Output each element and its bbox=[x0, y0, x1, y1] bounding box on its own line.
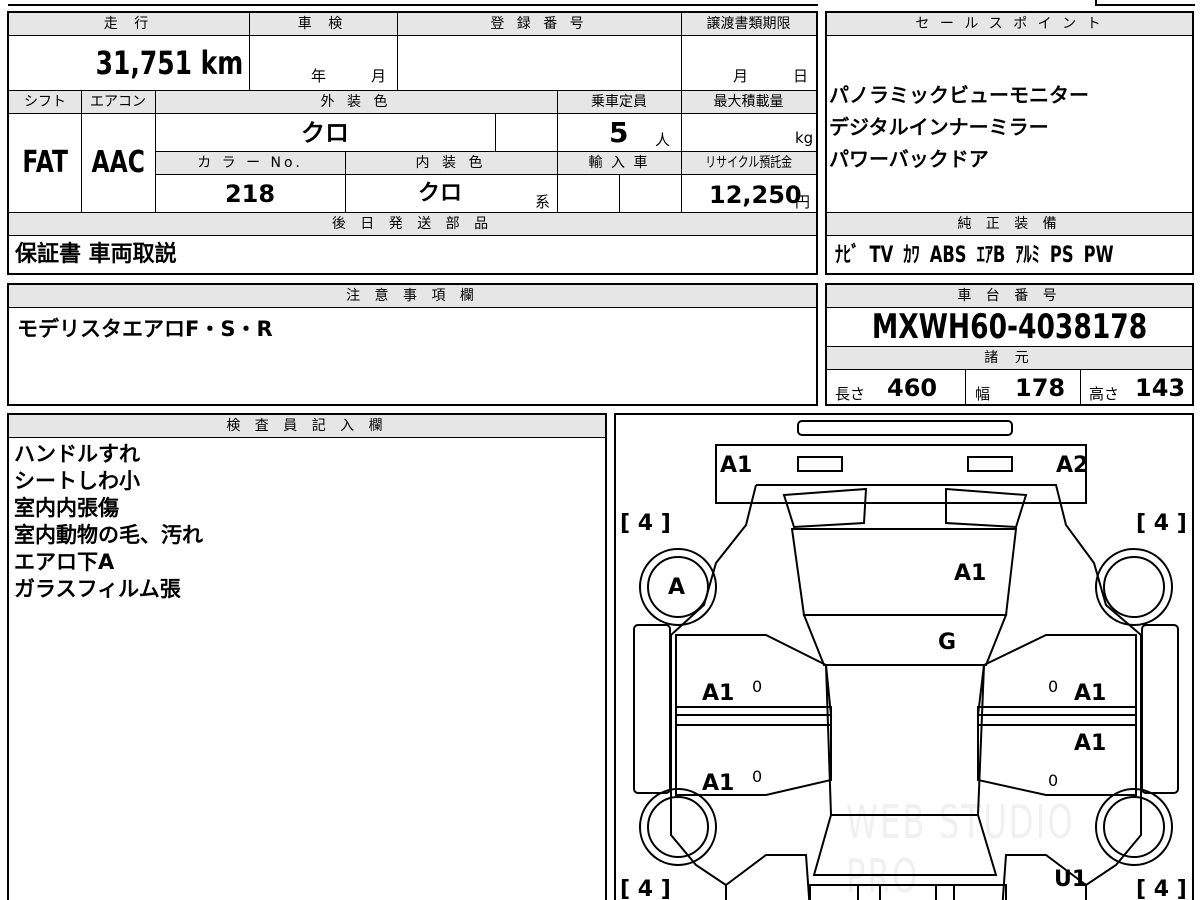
length-value: 460 bbox=[887, 374, 938, 402]
width-value: 178 bbox=[1015, 374, 1066, 402]
mark-front-right-bumper: A2 bbox=[1056, 453, 1089, 478]
interior-color-suffix: 系 bbox=[535, 193, 551, 211]
sales-points-box: セ ー ル ス ポ イ ン ト パノラミックビューモニター デジタルインナーミラ… bbox=[825, 11, 1194, 275]
tread-front-right: [ 4 ] bbox=[1136, 511, 1187, 536]
color-no-value: 218 bbox=[224, 180, 276, 208]
tread-front-left: [ 4 ] bbox=[620, 511, 671, 536]
inspector-line: シートしわ小 bbox=[14, 469, 140, 493]
car-damage-diagram: [ 4 ] [ 4 ] [ 4 ] [ 4 ] A1 A2 A1 A G A1 … bbox=[614, 413, 1194, 900]
equipment-value: ﾅﾋﾞ TV ｶﾜ ABS ｴｱB ｱﾙﾐ PS PW bbox=[835, 243, 1114, 268]
shift-header: シフト bbox=[9, 91, 81, 113]
chassis-header: 車 台 番 号 bbox=[827, 285, 1192, 307]
aircon-header: エアコン bbox=[81, 91, 155, 113]
color-no-header: カ ラ ー No. bbox=[155, 152, 345, 174]
width-label: 幅 bbox=[975, 385, 991, 403]
length-label: 長さ bbox=[835, 385, 866, 403]
mark-windshield: G bbox=[938, 630, 957, 655]
inspector-header: 検 査 員 記 入 欄 bbox=[9, 415, 605, 437]
capacity-value: 5 bbox=[609, 116, 629, 149]
shift-value: FAT bbox=[22, 145, 68, 180]
notes-value: モデリスタエアロF・S・R bbox=[17, 317, 273, 341]
mark-right-front-door: A1 bbox=[1074, 681, 1107, 706]
inspection-month: 月 bbox=[371, 67, 387, 85]
zero-left-rear: 0 bbox=[752, 767, 763, 786]
transfer-month: 月 bbox=[733, 67, 749, 85]
aircon-value: AAC bbox=[91, 145, 145, 180]
top-cutoff-strip-right bbox=[1095, 0, 1195, 6]
equipment-header: 純 正 装 備 bbox=[827, 213, 1192, 235]
inspector-line: エアロ下A bbox=[14, 550, 115, 574]
chassis-number: MXWH60-4038178 bbox=[871, 307, 1148, 347]
top-cutoff-strip bbox=[8, 0, 818, 6]
recycle-header: リサイクル預託金 bbox=[681, 152, 816, 174]
height-label: 高さ bbox=[1089, 385, 1120, 403]
mark-left-rear-door: A1 bbox=[702, 771, 735, 796]
recycle-value: 12,250 bbox=[709, 181, 802, 209]
sales-point-item: パノラミックビューモニター bbox=[829, 83, 1089, 107]
max-load-unit: kg bbox=[795, 129, 814, 147]
chassis-box: 車 台 番 号 MXWH60-4038178 諸 元 長さ 460 幅 178 … bbox=[825, 283, 1194, 406]
exterior-color-value: クロ bbox=[301, 119, 349, 147]
vehicle-info-table: 走 行 車 検 登 録 番 号 譲渡書類期限 31,751 km 年 月 月 日… bbox=[7, 11, 818, 275]
sales-point-item: パワーバックドア bbox=[829, 147, 989, 171]
interior-color-value: クロ bbox=[417, 181, 462, 206]
zero-left-front: 0 bbox=[752, 677, 763, 696]
spec-header: 諸 元 bbox=[827, 347, 1192, 369]
later-parts-value: 保証書 車両取説 bbox=[15, 242, 177, 267]
inspection-year: 年 bbox=[311, 67, 327, 85]
mark-front-left-wheel: A bbox=[668, 575, 686, 600]
transfer-deadline-header: 譲渡書類期限 bbox=[681, 13, 816, 35]
zero-right-front: 0 bbox=[1048, 677, 1059, 696]
notes-box: 注 意 事 項 欄 モデリスタエアロF・S・R bbox=[7, 283, 818, 406]
tread-rear-right: [ 4 ] bbox=[1136, 877, 1187, 900]
inspector-line: 室内動物の毛、汚れ bbox=[14, 523, 203, 547]
mileage-value: 31,751 km bbox=[95, 44, 243, 82]
height-value: 143 bbox=[1135, 374, 1186, 402]
inspector-lines: ハンドルすれ シートしわ小 室内内張傷 室内動物の毛、汚れ エアロ下A ガラスフ… bbox=[14, 441, 203, 603]
transfer-day: 日 bbox=[793, 67, 809, 85]
capacity-unit: 人 bbox=[655, 131, 671, 149]
mark-left-front-door: A1 bbox=[702, 681, 735, 706]
capacity-header: 乗車定員 bbox=[557, 91, 681, 113]
inspector-line: ガラスフィルム張 bbox=[14, 577, 181, 601]
notes-header: 注 意 事 項 欄 bbox=[9, 285, 816, 307]
import-header: 輸 入 車 bbox=[557, 152, 681, 174]
inspector-line: 室内内張傷 bbox=[14, 496, 119, 520]
sales-point-item: デジタルインナーミラー bbox=[829, 115, 1049, 139]
registration-header: 登 録 番 号 bbox=[397, 13, 681, 35]
tread-rear-left: [ 4 ] bbox=[620, 877, 671, 900]
mark-front-left-bumper: A1 bbox=[720, 453, 753, 478]
inspector-line: ハンドルすれ bbox=[14, 442, 140, 466]
sales-points-header: セ ー ル ス ポ イ ン ト bbox=[827, 13, 1192, 35]
interior-color-header: 内 装 色 bbox=[345, 152, 557, 174]
recycle-unit: 円 bbox=[795, 193, 811, 211]
sales-points-list: パノラミックビューモニター デジタルインナーミラー パワーバックドア bbox=[829, 79, 1189, 175]
mileage-header: 走 行 bbox=[9, 13, 249, 35]
zero-right-rear: 0 bbox=[1048, 771, 1059, 790]
inspection-header: 車 検 bbox=[249, 13, 397, 35]
max-load-header: 最大積載量 bbox=[681, 91, 816, 113]
watermark: WEB STUDIO PRO bbox=[846, 795, 1075, 900]
exterior-color-header: 外 装 色 bbox=[155, 91, 557, 113]
mark-right-rear-door: A1 bbox=[1074, 731, 1107, 756]
inspector-box: 検 査 員 記 入 欄 ハンドルすれ シートしわ小 室内内張傷 室内動物の毛、汚… bbox=[7, 413, 607, 900]
mark-hood: A1 bbox=[954, 561, 987, 586]
later-parts-header: 後 日 発 送 部 品 bbox=[9, 213, 816, 235]
